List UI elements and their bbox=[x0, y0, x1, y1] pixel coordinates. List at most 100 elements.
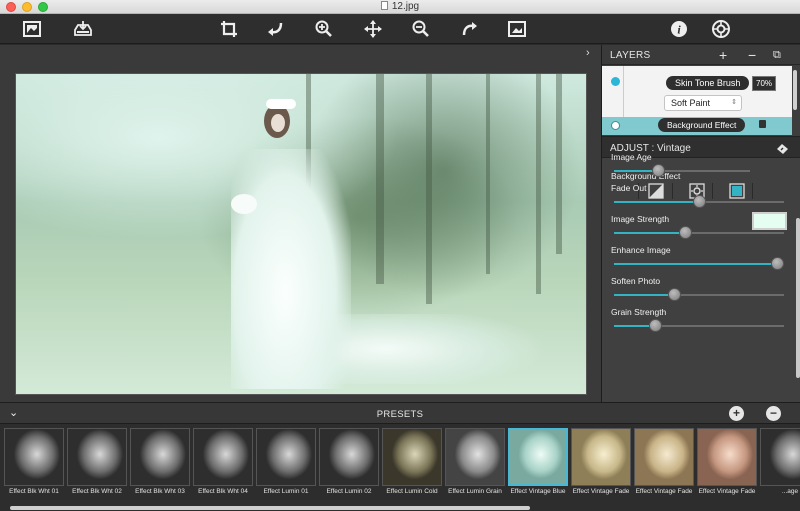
preset-item[interactable]: ...age bbox=[760, 428, 800, 496]
preset-thumbnail[interactable] bbox=[508, 428, 568, 486]
presets-strip: Effect Blk Wht 01 Effect Blk Wht 02 Effect… bbox=[0, 424, 800, 511]
remove-layer-button[interactable]: − bbox=[748, 47, 756, 63]
add-layer-button[interactable]: + bbox=[719, 47, 727, 63]
preset-item[interactable]: Effect Lumin Cold bbox=[382, 428, 442, 496]
preset-item[interactable]: Effect Blk Wht 01 bbox=[4, 428, 64, 496]
preset-thumbnail[interactable] bbox=[445, 428, 505, 486]
preset-item[interactable]: Effect Lumin 01 bbox=[256, 428, 316, 496]
preset-label: Effect Vintage Fade bbox=[635, 488, 693, 495]
settings-icon[interactable] bbox=[710, 19, 732, 39]
layer-name[interactable]: Skin Tone Brush bbox=[666, 76, 750, 90]
preset-item[interactable]: Effect Vintage Fade bbox=[634, 428, 694, 496]
lock-icon bbox=[759, 120, 766, 128]
preset-thumbnail[interactable] bbox=[4, 428, 64, 486]
gradient-effect-icon[interactable] bbox=[645, 181, 667, 201]
preset-item[interactable]: Effect Lumin Grain bbox=[445, 428, 505, 496]
window-title-text: 12.jpg bbox=[391, 1, 420, 12]
preset-thumbnail[interactable] bbox=[634, 428, 694, 486]
slider-knob[interactable] bbox=[651, 164, 665, 177]
divider bbox=[752, 183, 753, 199]
slider-knob[interactable] bbox=[771, 257, 785, 270]
preset-thumbnail[interactable] bbox=[130, 428, 190, 486]
solid-effect-icon[interactable] bbox=[726, 181, 748, 201]
preset-thumbnail[interactable] bbox=[193, 428, 253, 486]
preset-item[interactable]: Effect Vintage Fade bbox=[697, 428, 757, 496]
slider-track[interactable] bbox=[614, 288, 784, 301]
slider-track[interactable] bbox=[614, 319, 784, 332]
adjust-scrollbar[interactable] bbox=[796, 218, 800, 378]
preset-label: Effect Lumin Cold bbox=[386, 488, 438, 495]
slider-track[interactable] bbox=[614, 164, 750, 177]
slider-track[interactable] bbox=[614, 195, 784, 208]
color-swatch[interactable] bbox=[752, 212, 787, 230]
slider-knob[interactable] bbox=[648, 319, 662, 332]
preset-thumbnail[interactable] bbox=[67, 428, 127, 486]
preset-item[interactable]: Effect Vintage Blue bbox=[508, 428, 568, 496]
slider-fill bbox=[614, 263, 778, 265]
preset-thumbnail[interactable] bbox=[571, 428, 631, 486]
undo-icon[interactable] bbox=[265, 19, 287, 39]
layers-header: LAYERS + − ⧉ bbox=[602, 45, 800, 65]
preset-label: Effect Vintage Fade bbox=[698, 488, 756, 495]
preset-thumbnail[interactable] bbox=[319, 428, 379, 486]
layer-visibility-dot[interactable] bbox=[611, 77, 620, 86]
tree-trunk bbox=[376, 74, 384, 284]
redo-icon[interactable] bbox=[458, 19, 480, 39]
slider-label: Fade Out bbox=[611, 183, 647, 193]
presets-title: PRESETS bbox=[376, 409, 424, 420]
slider-fill bbox=[614, 294, 674, 296]
presets-scrollbar[interactable] bbox=[10, 506, 530, 510]
layer-opacity[interactable]: 70% bbox=[752, 76, 777, 91]
slider-knob[interactable] bbox=[679, 226, 693, 239]
crop-icon[interactable] bbox=[218, 19, 240, 39]
layer-skin-tone-brush[interactable]: Skin Tone Brush 70% Soft Paint ⇕ bbox=[602, 66, 797, 117]
preset-label: Effect Blk Wht 03 bbox=[135, 488, 185, 495]
presets-bar: ⌄ PRESETS + − bbox=[0, 402, 800, 424]
preset-thumbnail[interactable] bbox=[760, 428, 800, 486]
preset-item[interactable]: Effect Lumin 02 bbox=[319, 428, 379, 496]
slider-label: Soften Photo bbox=[611, 276, 661, 286]
layer-background-effect[interactable]: Background Effect bbox=[602, 117, 792, 135]
zoom-in-icon[interactable] bbox=[313, 19, 335, 39]
select-caret-icon: ⇕ bbox=[731, 99, 737, 106]
preset-item[interactable]: Effect Blk Wht 04 bbox=[193, 428, 253, 496]
remove-preset-button[interactable]: − bbox=[766, 406, 781, 421]
chevron-right-icon[interactable]: › bbox=[586, 47, 596, 59]
slider-track[interactable] bbox=[614, 257, 785, 270]
tree-trunk bbox=[486, 74, 490, 274]
divider bbox=[712, 183, 713, 199]
layers-scrollbar[interactable] bbox=[793, 70, 797, 110]
photo-preview[interactable] bbox=[15, 73, 587, 395]
info-icon[interactable]: i bbox=[668, 19, 690, 39]
move-icon[interactable] bbox=[362, 19, 384, 39]
image-open-icon[interactable] bbox=[21, 19, 43, 39]
save-tray-icon[interactable] bbox=[72, 19, 94, 39]
slider-knob[interactable] bbox=[693, 195, 706, 208]
eraser-icon[interactable] bbox=[776, 142, 789, 154]
preset-label: Effect Vintage Blue bbox=[510, 488, 566, 495]
preset-item[interactable]: Effect Vintage Fade bbox=[571, 428, 631, 496]
slider-track[interactable] bbox=[614, 226, 784, 239]
layer-visibility-dot[interactable] bbox=[611, 121, 620, 130]
preset-label: Effect Lumin Grain bbox=[448, 488, 502, 495]
add-preset-button[interactable]: + bbox=[729, 406, 744, 421]
preset-item[interactable]: Effect Blk Wht 03 bbox=[130, 428, 190, 496]
background-effect-label: Background Effect bbox=[611, 171, 681, 181]
right-panel: LAYERS + − ⧉ Skin Tone Brush 70% Soft Pa… bbox=[601, 45, 800, 402]
preset-label: Effect Vintage Fade bbox=[572, 488, 630, 495]
duplicate-layer-icon[interactable]: ⧉ bbox=[773, 47, 781, 63]
slider-fill bbox=[614, 232, 686, 234]
preset-item[interactable]: Effect Blk Wht 02 bbox=[67, 428, 127, 496]
preset-thumbnail[interactable] bbox=[697, 428, 757, 486]
toolbar: i bbox=[0, 14, 800, 44]
slider-knob[interactable] bbox=[667, 288, 681, 301]
layer-name[interactable]: Background Effect bbox=[658, 118, 746, 132]
blend-mode-select[interactable]: Soft Paint ⇕ bbox=[664, 95, 742, 111]
preset-thumbnail[interactable] bbox=[256, 428, 316, 486]
export-image-icon[interactable] bbox=[506, 19, 528, 39]
preset-thumbnail[interactable] bbox=[382, 428, 442, 486]
slider-label: Enhance Image bbox=[611, 245, 671, 255]
zoom-out-icon[interactable] bbox=[410, 19, 432, 39]
wedding-dress bbox=[231, 149, 351, 389]
slider-fill bbox=[614, 201, 699, 203]
